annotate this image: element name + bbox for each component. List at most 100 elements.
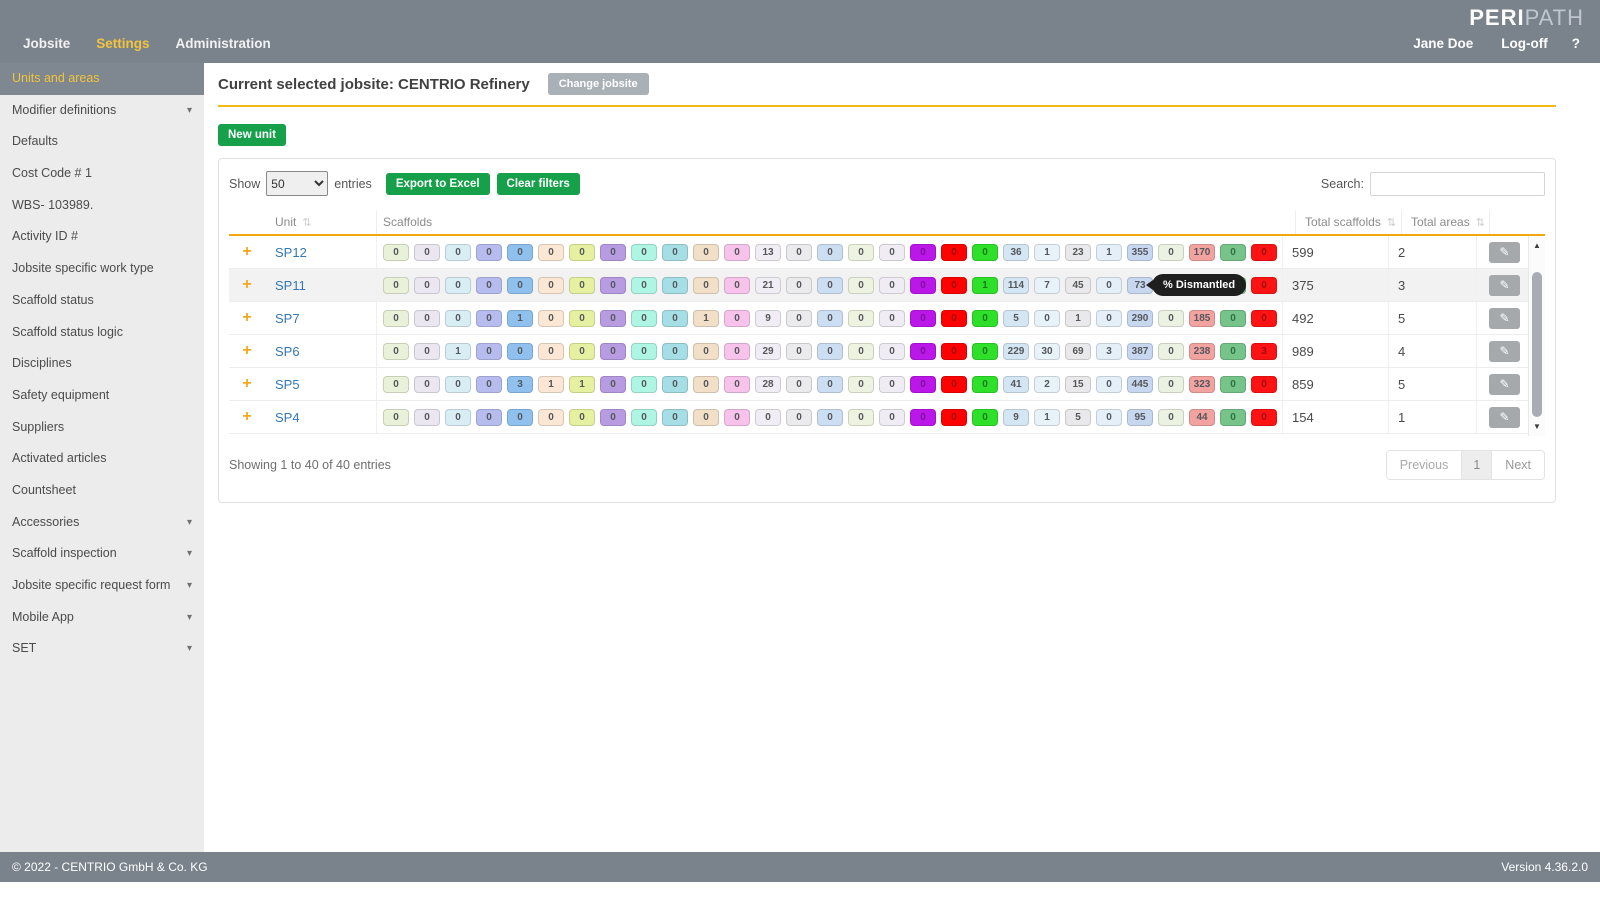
sidebar-item-jobsite-specific-request-form[interactable]: Jobsite specific request form▾ bbox=[0, 570, 204, 602]
sidebar-item-activated-articles[interactable]: Activated articles bbox=[0, 443, 204, 475]
unit-cell: SP6 bbox=[265, 335, 377, 367]
new-unit-button[interactable]: New unit bbox=[218, 124, 286, 146]
edit-unit-button[interactable]: ✎ bbox=[1489, 242, 1520, 263]
scaffold-status-badge: 0 bbox=[662, 310, 688, 327]
logoff-button[interactable]: Log-off bbox=[1487, 30, 1561, 57]
header-unit[interactable]: Unit ⇅ bbox=[265, 210, 377, 234]
unit-link[interactable]: SP5 bbox=[275, 377, 300, 392]
edit-unit-button[interactable]: ✎ bbox=[1489, 374, 1520, 395]
scaffold-status-badge: 1 bbox=[445, 343, 471, 360]
show-label: Show bbox=[229, 177, 260, 191]
previous-page-button[interactable]: Previous bbox=[1387, 451, 1462, 479]
change-jobsite-button[interactable]: Change jobsite bbox=[548, 73, 649, 95]
actions-cell: ✎ bbox=[1477, 374, 1532, 395]
sidebar-item-modifier-definitions[interactable]: Modifier definitions▾ bbox=[0, 95, 204, 127]
unit-link[interactable]: SP6 bbox=[275, 344, 300, 359]
clear-filters-button[interactable]: Clear filters bbox=[497, 173, 580, 195]
scaffold-status-badge: 0 bbox=[1096, 376, 1122, 393]
sidebar-item-accessories[interactable]: Accessories▾ bbox=[0, 507, 204, 539]
sidebar-item-suppliers[interactable]: Suppliers bbox=[0, 412, 204, 444]
scaffold-status-badge: 0 bbox=[817, 343, 843, 360]
expand-row-icon[interactable]: + bbox=[242, 375, 251, 392]
search-input[interactable] bbox=[1370, 172, 1545, 196]
sidebar-item-jobsite-specific-work-type[interactable]: Jobsite specific work type bbox=[0, 253, 204, 285]
chevron-down-icon: ▾ bbox=[187, 633, 192, 665]
sidebar-item-label: Suppliers bbox=[12, 420, 64, 434]
unit-link[interactable]: SP11 bbox=[275, 278, 306, 293]
sidebar-item-wbs-103989[interactable]: WBS- 103989. bbox=[0, 190, 204, 222]
edit-unit-button[interactable]: ✎ bbox=[1489, 308, 1520, 329]
table-row: +SP6001000000000290000000229306933870238… bbox=[229, 335, 1528, 368]
expand-row-icon[interactable]: + bbox=[242, 309, 251, 326]
page-number-button[interactable]: 1 bbox=[1461, 451, 1492, 479]
scaffold-status-badge: 0 bbox=[817, 310, 843, 327]
sidebar-item-label: Cost Code # 1 bbox=[12, 166, 92, 180]
scaffold-status-badge: 0 bbox=[693, 343, 719, 360]
unit-link[interactable]: SP7 bbox=[275, 311, 300, 326]
sort-icon[interactable]: ⇅ bbox=[302, 216, 311, 229]
expand-row-icon[interactable]: + bbox=[242, 276, 251, 293]
scrollbar-thumb[interactable] bbox=[1532, 272, 1542, 417]
nav-item-settings[interactable]: Settings bbox=[83, 30, 162, 57]
scrollbar-down-icon[interactable]: ▼ bbox=[1529, 419, 1545, 434]
sidebar-item-cost-code-1[interactable]: Cost Code # 1 bbox=[0, 158, 204, 190]
sidebar-item-activity-id[interactable]: Activity ID # bbox=[0, 221, 204, 253]
expander-cell: + bbox=[229, 276, 265, 294]
export-excel-button[interactable]: Export to Excel bbox=[386, 173, 490, 195]
sidebar-item-units-and-areas[interactable]: Units and areas bbox=[0, 63, 204, 95]
scaffold-status-badge: 0 bbox=[1251, 310, 1277, 327]
scaffold-status-badge: 0 bbox=[600, 277, 626, 294]
vertical-scrollbar[interactable]: ▲ ▼ bbox=[1528, 236, 1545, 436]
scaffold-status-badge: 0 bbox=[848, 376, 874, 393]
sidebar-item-disciplines[interactable]: Disciplines bbox=[0, 348, 204, 380]
scaffold-status-badge: 29 bbox=[755, 343, 781, 360]
sidebar-item-safety-equipment[interactable]: Safety equipment bbox=[0, 380, 204, 412]
scaffold-status-badge: 445 bbox=[1127, 376, 1153, 393]
nav-item-jobsite[interactable]: Jobsite bbox=[10, 30, 83, 57]
sidebar-item-mobile-app[interactable]: Mobile App▾ bbox=[0, 602, 204, 634]
scaffold-status-badge: 0 bbox=[1251, 277, 1277, 294]
sidebar-item-countsheet[interactable]: Countsheet bbox=[0, 475, 204, 507]
scaffold-status-badge: 0 bbox=[569, 343, 595, 360]
edit-unit-button[interactable]: ✎ bbox=[1489, 407, 1520, 428]
next-page-button[interactable]: Next bbox=[1492, 451, 1544, 479]
unit-link[interactable]: SP12 bbox=[275, 245, 307, 260]
main-content: Current selected jobsite: CENTRIO Refine… bbox=[204, 63, 1600, 852]
scaffold-status-badge: 95 bbox=[1127, 409, 1153, 426]
expand-row-icon[interactable]: + bbox=[242, 243, 251, 260]
total-areas-value: 4 bbox=[1398, 344, 1405, 359]
scaffold-status-badge: 0 bbox=[631, 376, 657, 393]
scaffold-status-badge: 0 bbox=[879, 277, 905, 294]
sidebar-item-set[interactable]: SET▾ bbox=[0, 633, 204, 665]
page-length-select[interactable]: 50 bbox=[266, 171, 328, 196]
chevron-down-icon: ▾ bbox=[187, 570, 192, 602]
sidebar-item-scaffold-status[interactable]: Scaffold status bbox=[0, 285, 204, 317]
table-controls: Show 50 entries Export to Excel Clear fi… bbox=[229, 171, 1545, 196]
sidebar-item-defaults[interactable]: Defaults bbox=[0, 126, 204, 158]
scaffold-status-badge: 0 bbox=[662, 277, 688, 294]
sort-icon[interactable]: ⇅ bbox=[1387, 216, 1396, 229]
sort-icon[interactable]: ⇅ bbox=[1476, 216, 1485, 229]
edit-unit-button[interactable]: ✎ bbox=[1489, 341, 1520, 362]
header-total-scaffolds[interactable]: Total scaffolds ⇅ bbox=[1296, 210, 1402, 234]
sidebar-item-scaffold-status-logic[interactable]: Scaffold status logic bbox=[0, 317, 204, 349]
scaffold-status-badge: 0 bbox=[724, 244, 750, 261]
user-name[interactable]: Jane Doe bbox=[1399, 30, 1487, 57]
unit-link[interactable]: SP4 bbox=[275, 410, 300, 425]
edit-unit-button[interactable]: ✎ bbox=[1489, 275, 1520, 296]
nav-item-administration[interactable]: Administration bbox=[163, 30, 284, 57]
header-total-areas[interactable]: Total areas ⇅ bbox=[1402, 210, 1490, 234]
actions-cell: ✎ bbox=[1477, 308, 1532, 329]
expand-row-icon[interactable]: + bbox=[242, 342, 251, 359]
sidebar-item-scaffold-inspection[interactable]: Scaffold inspection▾ bbox=[0, 538, 204, 570]
scaffold-status-badge: 0 bbox=[910, 376, 936, 393]
scrollbar-up-icon[interactable]: ▲ bbox=[1529, 238, 1545, 253]
help-icon[interactable]: ? bbox=[1562, 30, 1590, 57]
expand-row-icon[interactable]: + bbox=[242, 408, 251, 425]
scaffold-status-badge: 1 bbox=[1065, 310, 1091, 327]
scaffold-status-badge: 0 bbox=[383, 244, 409, 261]
scaffold-status-badge: 0 bbox=[1158, 409, 1184, 426]
total-areas-cell: 5 bbox=[1389, 368, 1477, 400]
scaffold-status-badge: 0 bbox=[972, 376, 998, 393]
scaffold-status-badge: 0 bbox=[383, 277, 409, 294]
